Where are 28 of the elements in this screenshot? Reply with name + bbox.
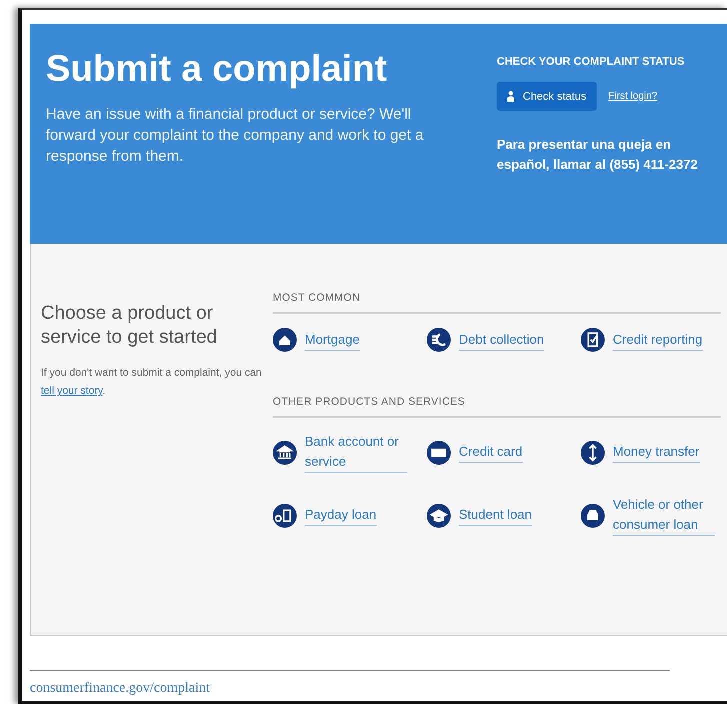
intro-text: Have an issue with a financial product or service? We'll forward your complaint to the company and work to get a response from them. — [46, 105, 425, 167]
product-link[interactable]: Debt collection — [459, 330, 544, 350]
first-login-link[interactable]: First login? — [608, 91, 658, 102]
tell-story-link[interactable]: tell your story — [41, 385, 103, 397]
story-note: If you don't want to submit a complaint, you can tell your story. — [41, 366, 263, 399]
product-link[interactable]: Payday loan — [305, 505, 377, 526]
product-link[interactable]: Credit card — [459, 442, 523, 463]
graduation-cap-icon — [427, 504, 451, 528]
status-heading: CHECK YOUR COMPLAINT STATUS — [497, 56, 686, 68]
check-status-button[interactable]: Check status — [497, 82, 597, 111]
person-icon — [507, 91, 515, 102]
spanish-note: Para presentar una queja en español, llamar al (855) 411-2372 — [497, 136, 699, 174]
credit-card-icon — [427, 440, 451, 464]
product-link[interactable]: Bank account or service — [305, 432, 407, 473]
product-link[interactable]: Money transfer — [613, 442, 700, 463]
section-title: MOST COMMON — [273, 292, 721, 314]
document-check-icon — [581, 328, 605, 352]
bank-icon — [273, 440, 297, 464]
chooser-heading: Choose a product or service to get started — [41, 302, 218, 350]
product-link[interactable]: Credit reporting — [613, 330, 703, 350]
product-link[interactable]: Mortgage — [305, 330, 360, 350]
product-link[interactable]: Vehicle or other consumer loan — [613, 495, 715, 536]
section-title: OTHER PRODUCTS AND SERVICES — [273, 396, 721, 418]
house-icon — [273, 328, 297, 352]
footer-link[interactable]: consumerfinance.gov/complaint — [30, 681, 210, 696]
arrows-icon — [581, 440, 605, 464]
page-title: Submit a complaint — [46, 48, 388, 90]
product-link[interactable]: Student loan — [459, 505, 532, 526]
